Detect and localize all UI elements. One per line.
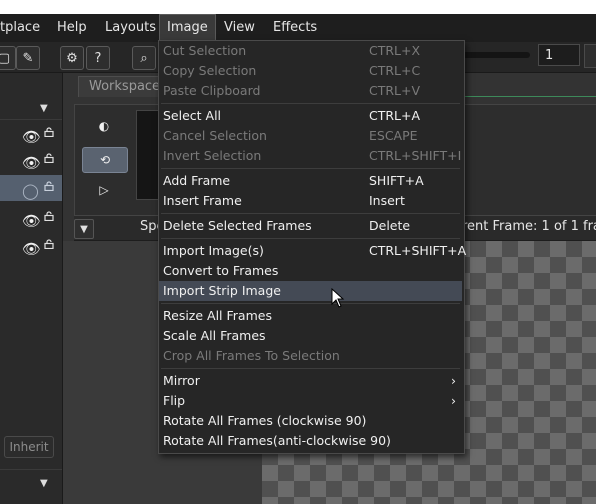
menu-help[interactable]: Help — [49, 14, 95, 42]
menu-bar: tplace Help Layouts Image View Effects — [0, 14, 596, 42]
menu-item-paste-clipboard[interactable]: Paste Clipboard CTRL+V — [159, 81, 462, 101]
menu-item-flip[interactable]: Flip › — [159, 391, 462, 411]
menu-item-delete-selected-frames[interactable]: Delete Selected Frames Delete — [159, 216, 462, 236]
menu-separator — [161, 213, 460, 214]
menu-item-rotate-clockwise[interactable]: Rotate All Frames (clockwise 90) — [159, 411, 462, 431]
lock-icon[interactable] — [44, 239, 54, 249]
menu-item-add-frame[interactable]: Add Frame SHIFT+A — [159, 171, 462, 191]
menu-item-invert-selection[interactable]: Invert Selection CTRL+SHIFT+I — [159, 146, 462, 166]
menu-separator — [161, 238, 460, 239]
chevron-right-icon: › — [451, 393, 456, 408]
menu-effects[interactable]: Effects — [265, 14, 325, 42]
menu-image[interactable]: Image — [159, 14, 216, 42]
loop-icon-button[interactable]: ⟲ — [82, 147, 128, 173]
menu-separator — [161, 168, 460, 169]
chevron-down-icon[interactable]: ▼ — [40, 103, 48, 114]
menu-item-insert-frame[interactable]: Insert Frame Insert — [159, 191, 462, 211]
menu-item-crop-all-frames[interactable]: Crop All Frames To Selection — [159, 346, 462, 366]
gear-icon-button[interactable]: ⚙ — [60, 46, 84, 70]
menu-separator — [161, 303, 460, 304]
help-icon-button[interactable]: ? — [86, 46, 110, 70]
menu-item-rotate-anticlockwise[interactable]: Rotate All Frames(anti-clockwise 90) — [159, 431, 462, 451]
chevron-down-icon[interactable]: ▼ — [40, 478, 48, 489]
menu-view[interactable]: View — [216, 14, 263, 42]
menu-item-cancel-selection[interactable]: Cancel Selection ESCAPE — [159, 126, 462, 146]
menu-textplace[interactable]: tplace — [0, 14, 48, 42]
current-frame-label: rent Frame: 1 of 1 frame — [462, 219, 596, 234]
lock-icon[interactable] — [44, 181, 54, 191]
layer-row[interactable]: 👁 — [0, 233, 62, 259]
menu-separator — [161, 368, 460, 369]
lock-icon[interactable] — [44, 153, 54, 163]
menu-item-copy-selection[interactable]: Copy Selection CTRL+C — [159, 61, 462, 81]
frame-slider[interactable] — [462, 52, 530, 58]
divider — [0, 119, 62, 120]
frame-spinner[interactable] — [584, 44, 596, 68]
layer-row[interactable]: 👁 — [0, 205, 62, 231]
play-icon-button[interactable]: ▷ — [82, 178, 126, 202]
menu-item-scale-all-frames[interactable]: Scale All Frames — [159, 326, 462, 346]
menu-item-cut-selection[interactable]: Cut Selection CTRL+X — [159, 41, 462, 61]
menu-item-resize-all-frames[interactable]: Resize All Frames — [159, 306, 462, 326]
eye-icon[interactable]: ◯ — [22, 182, 39, 200]
eye-icon[interactable]: 👁 — [22, 212, 41, 230]
chevron-right-icon: › — [451, 373, 456, 388]
menu-item-convert-to-frames[interactable]: Convert to Frames — [159, 261, 462, 281]
mouse-cursor-icon — [331, 288, 345, 308]
eye-icon[interactable]: 👁 — [22, 154, 41, 172]
brush-icon-button[interactable]: ✎ — [16, 46, 40, 70]
menu-separator — [161, 103, 460, 104]
chevron-down-icon[interactable]: ▼ — [74, 219, 94, 239]
image-menu-dropdown: Cut Selection CTRL+X Copy Selection CTRL+C… — [158, 40, 466, 454]
menu-item-mirror[interactable]: Mirror › — [159, 371, 462, 391]
menu-item-import-strip-image[interactable]: Import Strip Image — [159, 281, 462, 301]
progress-line — [463, 96, 596, 97]
frame-number-input[interactable]: 1 — [538, 44, 580, 66]
layer-row[interactable]: 👁 — [0, 147, 62, 173]
layer-row[interactable]: 👁 — [0, 121, 62, 147]
menu-item-import-images[interactable]: Import Image(s) CTRL+SHIFT+A — [159, 241, 466, 261]
frame-icon-button[interactable]: ▢ — [0, 46, 16, 70]
window-top-strip — [0, 0, 596, 14]
zoom-icon-button[interactable]: ⌕ — [132, 46, 156, 70]
eye-icon[interactable]: 👁 — [22, 128, 41, 146]
lock-icon[interactable] — [44, 211, 54, 221]
divider — [0, 469, 62, 470]
eye-icon[interactable]: 👁 — [22, 240, 41, 258]
lock-icon[interactable] — [44, 127, 54, 137]
menu-item-select-all[interactable]: Select All CTRL+A — [159, 106, 462, 126]
inherit-button[interactable]: Inherit — [4, 436, 54, 458]
onion-skin-icon-button[interactable]: ◐ — [82, 114, 126, 138]
menu-layouts[interactable]: Layouts — [97, 14, 164, 42]
layer-row-selected[interactable]: ◯ — [0, 175, 62, 201]
